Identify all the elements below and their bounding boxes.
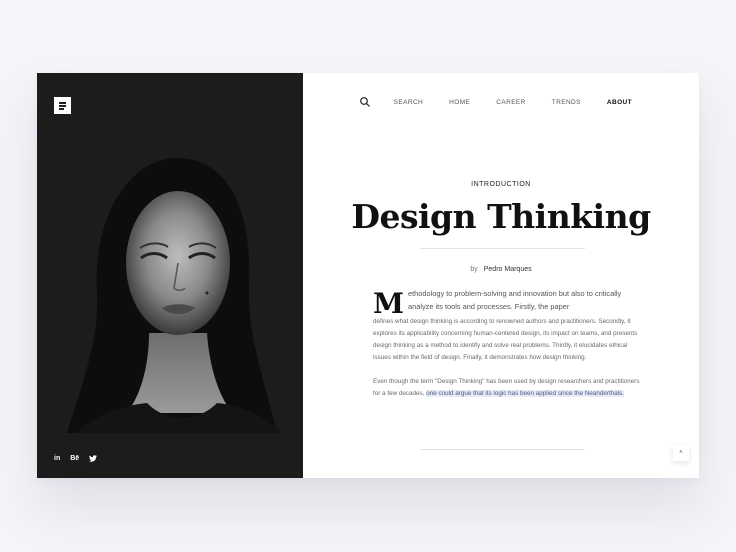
highlighted-text[interactable]: one could argue that its logic has been … [426,390,625,397]
bottom-divider [420,449,585,450]
drop-cap: M [373,287,404,320]
title-divider [420,248,585,249]
lead-paragraph: M ethodology to problem-solving and inno… [373,287,641,320]
hero-panel: in Bē [37,73,303,478]
author-name[interactable]: Pedro Marques [484,266,532,273]
nav-career[interactable]: CAREER [496,99,526,106]
nav-search[interactable]: SEARCH [394,99,424,106]
page-title: Design Thinking [351,197,651,236]
search-icon[interactable] [359,96,371,108]
top-nav: SEARCH HOME CAREER TRENDS ABOUT [359,96,632,108]
article-panel: SEARCH HOME CAREER TRENDS ABOUT INTRODUC… [303,73,699,478]
byline-prefix: by [470,266,478,273]
chevron-up-icon: ˄ [679,450,683,456]
social-links: in Bē [54,455,98,462]
hamburger-menu-button[interactable] [54,97,71,114]
lead-text: ethodology to problem-solving and innova… [408,289,622,311]
behance-icon[interactable]: Bē [70,455,79,462]
article-card: in Bē SEARCH HOME CAREER TRENDS ABOUT IN… [37,73,699,478]
twitter-icon[interactable] [89,455,98,462]
linkedin-icon[interactable]: in [54,455,60,462]
byline: by Pedro Marques [303,266,699,273]
scroll-top-button[interactable]: ˄ [673,445,689,461]
article-body: M ethodology to problem-solving and inno… [373,288,641,400]
nav-about[interactable]: ABOUT [607,99,632,106]
section-label: INTRODUCTION [471,181,531,188]
body-paragraph-2: Even though the term "Design Thinking" h… [373,376,641,400]
portrait-image [67,158,282,433]
nav-trends[interactable]: TRENDS [552,99,581,106]
body-paragraph-1: defines what design thinking is accordin… [373,318,638,361]
nav-home[interactable]: HOME [449,99,470,106]
